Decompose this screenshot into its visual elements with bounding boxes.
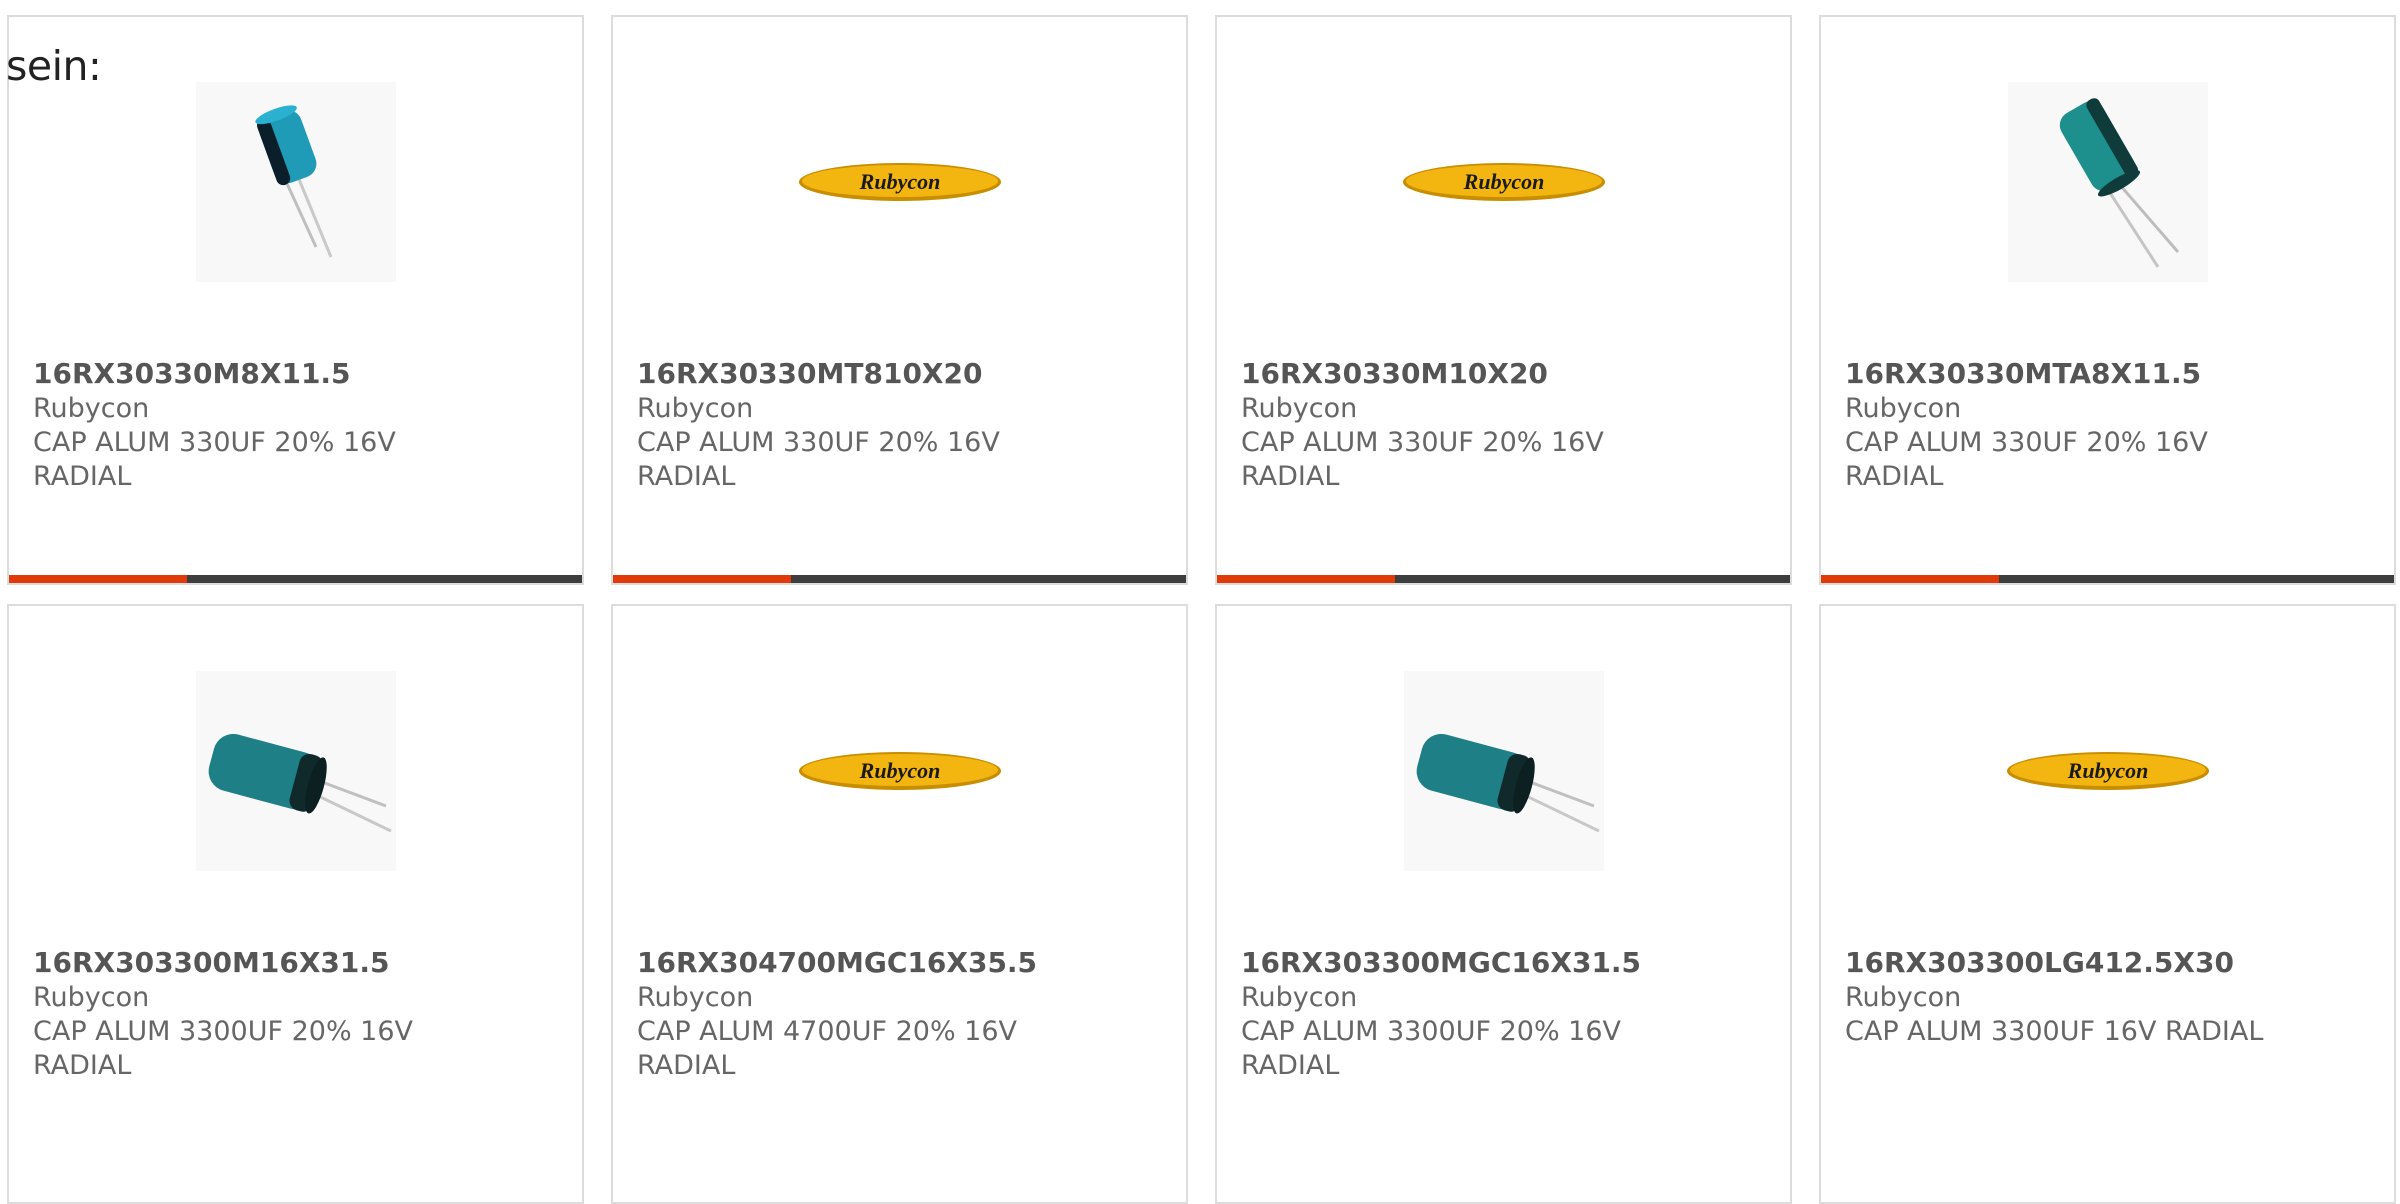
product-image: [9, 82, 582, 282]
product-card[interactable]: Rubycon 16RX30330MT810X20 Rubycon CAP AL…: [611, 15, 1188, 585]
product-description: CAP ALUM 3300UF 16V RADIAL: [1845, 1016, 2264, 1047]
progress-fill: [1217, 575, 1395, 583]
manufacturer: Rubycon: [33, 393, 150, 424]
svg-text:Rubycon: Rubycon: [858, 169, 940, 194]
product-description: CAP ALUM 330UF 20% 16V RADIAL: [33, 427, 396, 492]
product-description: CAP ALUM 4700UF 20% 16V RADIAL: [637, 1016, 1018, 1081]
progress-fill: [613, 575, 791, 583]
product-image: [1217, 671, 1790, 871]
manufacturer: Rubycon: [1845, 393, 1962, 424]
product-description: CAP ALUM 3300UF 20% 16V RADIAL: [33, 1016, 414, 1081]
product-image: Rubycon: [1821, 671, 2394, 871]
product-card[interactable]: 16RX30330MTA8X11.5 Rubycon CAP ALUM 330U…: [1819, 15, 2396, 585]
product-card[interactable]: 16RX30330M8X11.5 Rubycon CAP ALUM 330UF …: [7, 15, 584, 585]
product-info: 16RX303300MGC16X31.5 Rubycon CAP ALUM 33…: [1241, 946, 1770, 1083]
manufacturer: Rubycon: [1241, 982, 1358, 1013]
product-image: Rubycon: [613, 671, 1186, 871]
svg-text:Rubycon: Rubycon: [1462, 169, 1544, 194]
rubycon-logo: Rubycon: [1402, 163, 1605, 201]
product-info: 16RX303300M16X31.5 Rubycon CAP ALUM 3300…: [33, 946, 562, 1083]
product-info: 16RX30330MT810X20 Rubycon CAP ALUM 330UF…: [637, 357, 1166, 494]
intro-text: sein:: [6, 42, 102, 90]
capacitor-small-icon: [195, 82, 396, 282]
product-info: 16RX303300LG412.5X30 Rubycon CAP ALUM 33…: [1845, 946, 2374, 1049]
product-description: CAP ALUM 3300UF 20% 16V RADIAL: [1241, 1016, 1622, 1081]
product-card[interactable]: 16RX303300M16X31.5 Rubycon CAP ALUM 3300…: [7, 604, 584, 1204]
part-number-link[interactable]: 16RX304700MGC16X35.5: [637, 946, 1037, 979]
capacitor-large-icon: [1403, 671, 1604, 871]
svg-text:Rubycon: Rubycon: [858, 758, 940, 783]
product-info: 16RX304700MGC16X35.5 Rubycon CAP ALUM 47…: [637, 946, 1166, 1083]
product-info: 16RX30330M8X11.5 Rubycon CAP ALUM 330UF …: [33, 357, 562, 494]
product-info: 16RX30330MTA8X11.5 Rubycon CAP ALUM 330U…: [1845, 357, 2374, 494]
product-card[interactable]: Rubycon 16RX303300LG412.5X30 Rubycon CAP…: [1819, 604, 2396, 1204]
manufacturer: Rubycon: [33, 982, 150, 1013]
product-card[interactable]: Rubycon 16RX30330M10X20 Rubycon CAP ALUM…: [1215, 15, 1792, 585]
capacitor-large-icon: [195, 671, 396, 871]
product-card[interactable]: Rubycon 16RX304700MGC16X35.5 Rubycon CAP…: [611, 604, 1188, 1204]
manufacturer: Rubycon: [637, 982, 754, 1013]
rubycon-logo: Rubycon: [798, 163, 1001, 201]
product-image: [9, 671, 582, 871]
progress-fill: [1821, 575, 1999, 583]
manufacturer: Rubycon: [1241, 393, 1358, 424]
product-image: Rubycon: [1217, 82, 1790, 282]
part-number-link[interactable]: 16RX303300LG412.5X30: [1845, 946, 2234, 979]
capacitor-green-icon: [2007, 82, 2208, 282]
product-card[interactable]: 16RX303300MGC16X31.5 Rubycon CAP ALUM 33…: [1215, 604, 1792, 1204]
product-info: 16RX30330M10X20 Rubycon CAP ALUM 330UF 2…: [1241, 357, 1770, 494]
product-image: Rubycon: [613, 82, 1186, 282]
part-number-link[interactable]: 16RX303300M16X31.5: [33, 946, 390, 979]
product-description: CAP ALUM 330UF 20% 16V RADIAL: [1845, 427, 2208, 492]
progress-fill: [9, 575, 187, 583]
part-number-link[interactable]: 16RX303300MGC16X31.5: [1241, 946, 1641, 979]
rubycon-logo: Rubycon: [2006, 752, 2209, 790]
svg-text:Rubycon: Rubycon: [2066, 758, 2148, 783]
manufacturer: Rubycon: [1845, 982, 1962, 1013]
product-image: [1821, 82, 2394, 282]
part-number-link[interactable]: 16RX30330MTA8X11.5: [1845, 357, 2201, 390]
manufacturer: Rubycon: [637, 393, 754, 424]
product-description: CAP ALUM 330UF 20% 16V RADIAL: [637, 427, 1000, 492]
progress-bar: [1217, 575, 1790, 583]
part-number-link[interactable]: 16RX30330MT810X20: [637, 357, 983, 390]
product-description: CAP ALUM 330UF 20% 16V RADIAL: [1241, 427, 1604, 492]
part-number-link[interactable]: 16RX30330M10X20: [1241, 357, 1548, 390]
progress-bar: [1821, 575, 2394, 583]
part-number-link[interactable]: 16RX30330M8X11.5: [33, 357, 351, 390]
progress-bar: [9, 575, 582, 583]
progress-bar: [613, 575, 1186, 583]
rubycon-logo: Rubycon: [798, 752, 1001, 790]
